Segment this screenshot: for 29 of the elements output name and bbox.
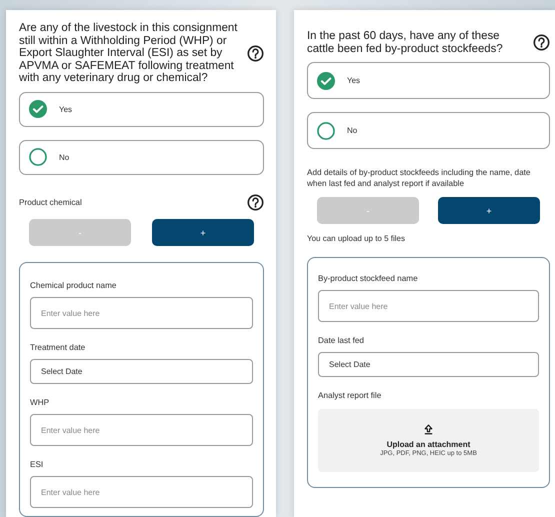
field-label: Chemical product name — [30, 281, 118, 290]
date-field[interactable]: Select Date — [30, 359, 253, 384]
radio-option[interactable]: No — [19, 140, 264, 175]
radio-option[interactable]: Yes — [307, 62, 550, 99]
field-label: WHP — [30, 398, 50, 407]
radio-option[interactable]: No — [307, 112, 550, 149]
field-label: Analyst report file — [318, 391, 382, 400]
add-button[interactable]: + — [152, 219, 254, 246]
help-icon[interactable] — [247, 194, 264, 210]
upload-limit-text: You can upload up to 5 files — [307, 234, 406, 243]
field-label: Date last fed — [318, 336, 365, 345]
section-label: Product chemical — [19, 196, 83, 208]
field-label: Treatment date — [30, 343, 86, 352]
input-field[interactable]: Enter value here — [318, 290, 539, 322]
question-text: In the past 60 days, have any of these cattle been fed by-product stockfeeds? — [307, 30, 504, 55]
radio-option[interactable]: Yes — [19, 92, 264, 127]
input-field[interactable]: Enter value here — [30, 414, 253, 446]
upload-icon — [424, 424, 433, 435]
question-text: Are any of the livestock in this consignment still within a Withholding Period (WHP) or Export Slaughter Interval (ESI) as set by APVMA or SAFEMEAT following treatment with any veterinary drug or chemical? — [19, 22, 238, 84]
upload-title: Upload an attachment — [386, 440, 470, 449]
input-field[interactable]: Enter value here — [30, 297, 253, 329]
field-label: By-product stockfeed name — [318, 274, 419, 283]
input-field[interactable]: Enter value here — [30, 476, 253, 508]
help-icon[interactable] — [247, 44, 264, 62]
add-button[interactable]: + — [438, 197, 540, 224]
field-label: ESI — [30, 460, 44, 469]
section-label: Add details of by-product stockfeeds including the name, date when last fed and analyst report if available — [307, 167, 532, 189]
help-icon[interactable] — [533, 34, 550, 51]
date-field[interactable]: Select Date — [318, 352, 539, 377]
